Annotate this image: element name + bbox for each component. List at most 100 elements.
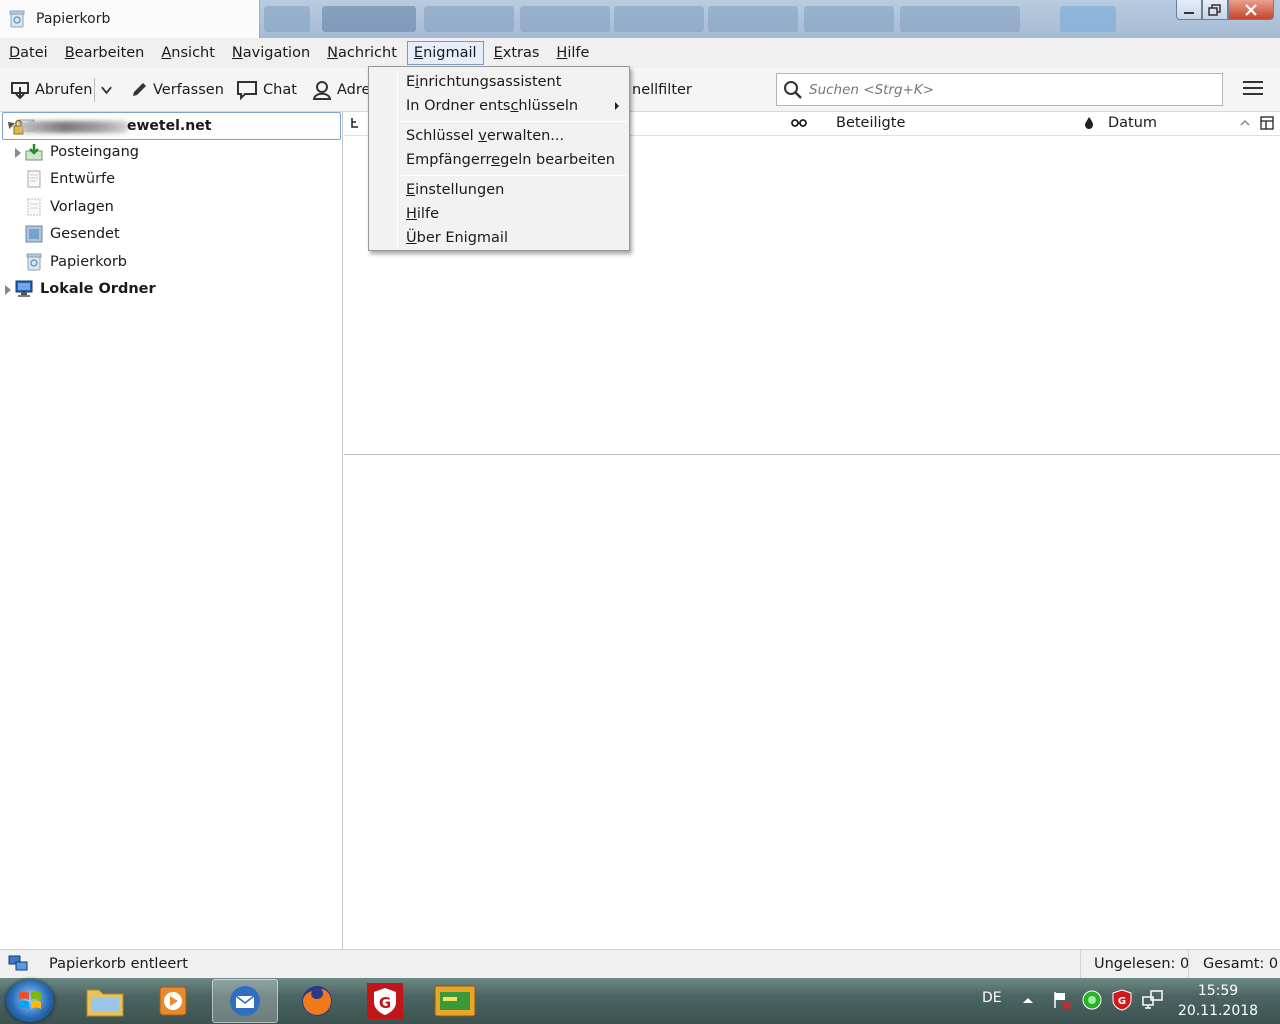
folder-lokale-ordner[interactable]: Lokale Ordner [0, 277, 340, 303]
clock-date: 20.11.2018 [1177, 1003, 1259, 1019]
taskbar: G DE G 15:59 20.11.2018 [0, 978, 1280, 1024]
quick-filter-label: nellfilter [632, 82, 692, 98]
blurred-tab [520, 6, 610, 32]
search-input[interactable] [809, 81, 1209, 98]
folder-gesendet[interactable]: Gesendet [0, 222, 340, 248]
menu-item-hilfe[interactable]: Hilfe [406, 206, 439, 222]
blurred-tab [614, 6, 704, 32]
gdata-tray-icon[interactable]: G [1112, 989, 1132, 1011]
folder-entwuerfe[interactable]: Entwürfe [0, 167, 340, 193]
folder-vorlagen[interactable]: Vorlagen [0, 195, 340, 221]
menu-item-schluessel-verwalten[interactable]: Schlüssel verwalten... [406, 128, 564, 144]
quick-filter-button[interactable]: nellfilter [632, 78, 692, 102]
folder-pane: ewetel.net Posteingang Entwürfe Vorlagen… [0, 112, 343, 949]
menu-hilfe[interactable]: Hilfe [549, 41, 596, 65]
read-status-column-icon[interactable] [791, 118, 807, 128]
folder-label: Vorlagen [50, 199, 114, 215]
network-status-icon[interactable] [8, 955, 28, 973]
account-row[interactable]: ewetel.net [2, 112, 341, 140]
media-player-icon [159, 986, 187, 1016]
taskbar-gdata[interactable]: G [352, 979, 418, 1023]
start-button[interactable] [6, 980, 54, 1022]
participants-column[interactable]: Beteiligte [836, 115, 905, 131]
status-bar: Papierkorb entleert Ungelesen: 0 Gesamt:… [0, 949, 1280, 979]
status-divider [1080, 950, 1081, 979]
date-column[interactable]: Datum [1108, 115, 1157, 131]
action-center-flag-icon[interactable] [1052, 990, 1072, 1010]
column-picker-icon[interactable] [1260, 116, 1274, 130]
folder-label: Gesendet [50, 226, 120, 242]
menu-item-ueber-enigmail[interactable]: Über Enigmail [406, 230, 508, 246]
download-icon [11, 82, 29, 100]
maximize-button[interactable] [1202, 0, 1228, 20]
main-toolbar: Abrufen Verfassen Chat Adre nellfilter [0, 68, 1280, 112]
account-name: ewetel.net [127, 118, 212, 134]
menu-item-empfaengerregeln[interactable]: Empfängerregeln bearbeiten [406, 152, 615, 168]
junk-status-column-icon[interactable] [1084, 116, 1094, 130]
folder-papierkorb[interactable]: Papierkorb [0, 250, 340, 276]
chevron-down-icon [101, 86, 112, 95]
folder-icon [86, 989, 124, 1017]
menu-nachricht[interactable]: Nachricht [320, 41, 404, 65]
blurred-tab [900, 6, 1020, 32]
blurred-tab [322, 6, 416, 32]
show-hidden-icons-icon[interactable] [1022, 996, 1034, 1004]
menu-enigmail[interactable]: Enigmail [406, 41, 484, 65]
network-tray-icon[interactable] [1142, 990, 1164, 1010]
menu-bearbeiten[interactable]: Bearbeiten [58, 41, 152, 65]
address-book-button[interactable]: Adre [312, 78, 370, 102]
taskbar-media-player[interactable] [140, 979, 206, 1023]
menu-extras[interactable]: Extras [487, 41, 547, 65]
green-status-icon[interactable] [1081, 989, 1103, 1011]
gdata-shield-icon: G [367, 983, 403, 1019]
templates-icon [27, 198, 41, 216]
pencil-icon [133, 83, 146, 96]
computer-icon [15, 280, 33, 297]
close-button[interactable] [1228, 0, 1274, 20]
taskbar-firefox[interactable] [284, 979, 350, 1023]
language-indicator[interactable]: DE [982, 990, 1002, 1006]
taskbar-explorer[interactable] [72, 979, 138, 1023]
blurred-tab [708, 6, 798, 32]
menu-bar: Datei Bearbeiten Ansicht Navigation Nach… [0, 38, 1280, 68]
get-messages-label: Abrufen [35, 82, 93, 98]
folder-label: Posteingang [50, 144, 139, 160]
message-preview-pane [344, 456, 1280, 949]
unread-count: Ungelesen: 0 [1094, 956, 1190, 972]
submenu-arrow-icon [615, 102, 619, 110]
thread-column-icon[interactable] [350, 117, 360, 129]
collapsed-twisty-icon[interactable] [15, 148, 21, 158]
menu-ansicht[interactable]: Ansicht [154, 41, 222, 65]
minimize-button[interactable] [1176, 0, 1202, 20]
menu-item-einrichtungsassistent[interactable]: Einrichtungsassistent [406, 74, 561, 90]
write-label: Verfassen [153, 82, 224, 98]
menu-datei[interactable]: Datei [2, 41, 55, 65]
svg-text:G: G [379, 994, 391, 1012]
thunderbird-icon [230, 986, 260, 1016]
folder-posteingang[interactable]: Posteingang [0, 140, 340, 166]
search-box[interactable] [776, 73, 1223, 106]
window-controls [1176, 0, 1274, 20]
chat-button[interactable]: Chat [236, 78, 297, 102]
app-menu-icon[interactable] [1243, 81, 1263, 99]
menu-item-einstellungen[interactable]: Einstellungen [406, 182, 504, 198]
tab-papierkorb[interactable]: Papierkorb [0, 0, 260, 38]
contact-icon [312, 81, 332, 100]
local-folders-label: Lokale Ordner [40, 281, 156, 297]
windows-logo-icon [19, 991, 41, 1009]
system-clock[interactable]: 15:59 20.11.2018 [1176, 981, 1260, 1021]
get-messages-button[interactable]: Abrufen [10, 78, 93, 102]
firefox-icon [302, 986, 332, 1016]
menu-navigation[interactable]: Navigation [225, 41, 317, 65]
get-messages-dropdown[interactable] [94, 78, 118, 102]
write-button[interactable]: Verfassen [130, 78, 224, 102]
menu-separator [401, 175, 627, 176]
folder-label: Entwürfe [50, 171, 116, 187]
collapsed-twisty-icon[interactable] [5, 285, 11, 295]
taskbar-app[interactable] [422, 979, 488, 1023]
taskbar-thunderbird[interactable] [212, 979, 278, 1023]
blurred-tab [264, 6, 310, 32]
menu-separator [401, 121, 627, 122]
menu-item-in-ordner-entschluesseln[interactable]: In Ordner entschlüsseln [406, 98, 578, 114]
chat-label: Chat [263, 82, 297, 98]
